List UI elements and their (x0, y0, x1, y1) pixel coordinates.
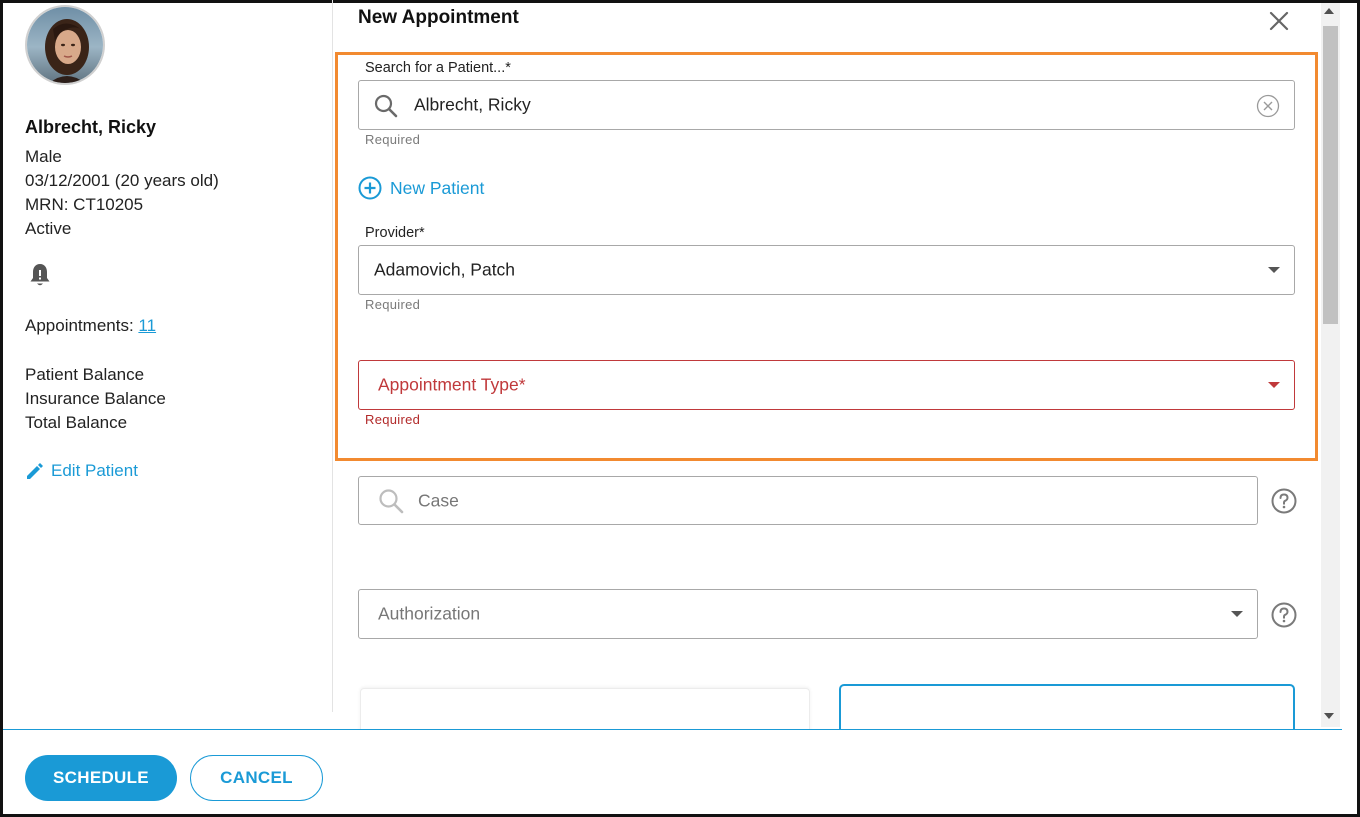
help-icon[interactable] (1271, 602, 1297, 628)
total-balance-label: Total Balance (25, 413, 128, 432)
new-patient-button[interactable]: New Patient (358, 176, 484, 200)
patient-search-value: Albrecht, Ricky (414, 94, 531, 115)
pencil-icon (27, 463, 43, 479)
bell-icon[interactable] (28, 262, 52, 288)
chevron-down-icon (1231, 611, 1243, 617)
provider-label: Provider* (365, 225, 425, 241)
close-icon[interactable] (1266, 8, 1292, 34)
appointment-type-select[interactable]: Appointment Type* (358, 360, 1295, 410)
patient-summary-panel: Albrecht, Ricky Male 03/12/2001 (20 year… (0, 0, 333, 712)
edit-patient-link[interactable]: Edit Patient (25, 461, 138, 481)
appointments-label: Appointments: (25, 316, 139, 335)
search-icon (374, 94, 398, 118)
patient-dob: 03/12/2001 (20 years old) (25, 171, 219, 190)
schedule-card[interactable] (360, 688, 810, 733)
authorization-placeholder: Authorization (378, 603, 481, 624)
scroll-up-arrow-icon[interactable] (1324, 8, 1334, 14)
patient-status: Active (25, 219, 72, 238)
provider-select[interactable]: Adamovich, Patch (358, 245, 1295, 295)
chevron-down-icon (1268, 382, 1280, 388)
appointments-count-link[interactable]: 11 (138, 316, 156, 335)
patient-mrn: MRN: CT10205 (25, 195, 144, 214)
add-circle-icon (358, 176, 382, 200)
case-search-input[interactable]: Case (358, 476, 1258, 525)
appointment-type-placeholder: Appointment Type* (378, 374, 526, 395)
patient-balance-label: Patient Balance (25, 365, 145, 384)
provider-helper: Required (365, 297, 421, 312)
patient-name: Albrecht, Ricky (25, 117, 157, 137)
provider-value: Adamovich, Patch (374, 259, 516, 280)
patient-search-helper: Required (365, 132, 421, 147)
scrollbar-thumb[interactable] (1323, 26, 1338, 324)
cancel-button[interactable]: CANCEL (190, 755, 323, 801)
search-icon (379, 489, 404, 514)
case-placeholder: Case (418, 490, 459, 510)
schedule-button[interactable]: SCHEDULE (25, 755, 177, 801)
patient-search-input[interactable]: Albrecht, Ricky (358, 80, 1295, 130)
chevron-down-icon (1268, 267, 1280, 273)
appointment-type-helper: Required (365, 412, 421, 427)
patient-avatar (25, 5, 105, 85)
insurance-balance-label: Insurance Balance (25, 389, 166, 408)
clear-icon[interactable] (1256, 94, 1280, 118)
authorization-select[interactable]: Authorization (358, 589, 1258, 639)
footer-action-bar: SCHEDULE CANCEL (3, 729, 1342, 814)
edit-patient-label: Edit Patient (51, 461, 138, 480)
patient-gender: Male (25, 147, 62, 166)
patient-search-label: Search for a Patient...* (365, 60, 511, 76)
help-icon[interactable] (1271, 488, 1297, 514)
scroll-down-arrow-icon[interactable] (1324, 713, 1334, 719)
new-patient-label: New Patient (390, 177, 485, 198)
schedule-card-selected[interactable] (839, 684, 1295, 734)
appointments-summary: Appointments: 11 (25, 316, 156, 336)
page-title: New Appointment (358, 7, 519, 28)
